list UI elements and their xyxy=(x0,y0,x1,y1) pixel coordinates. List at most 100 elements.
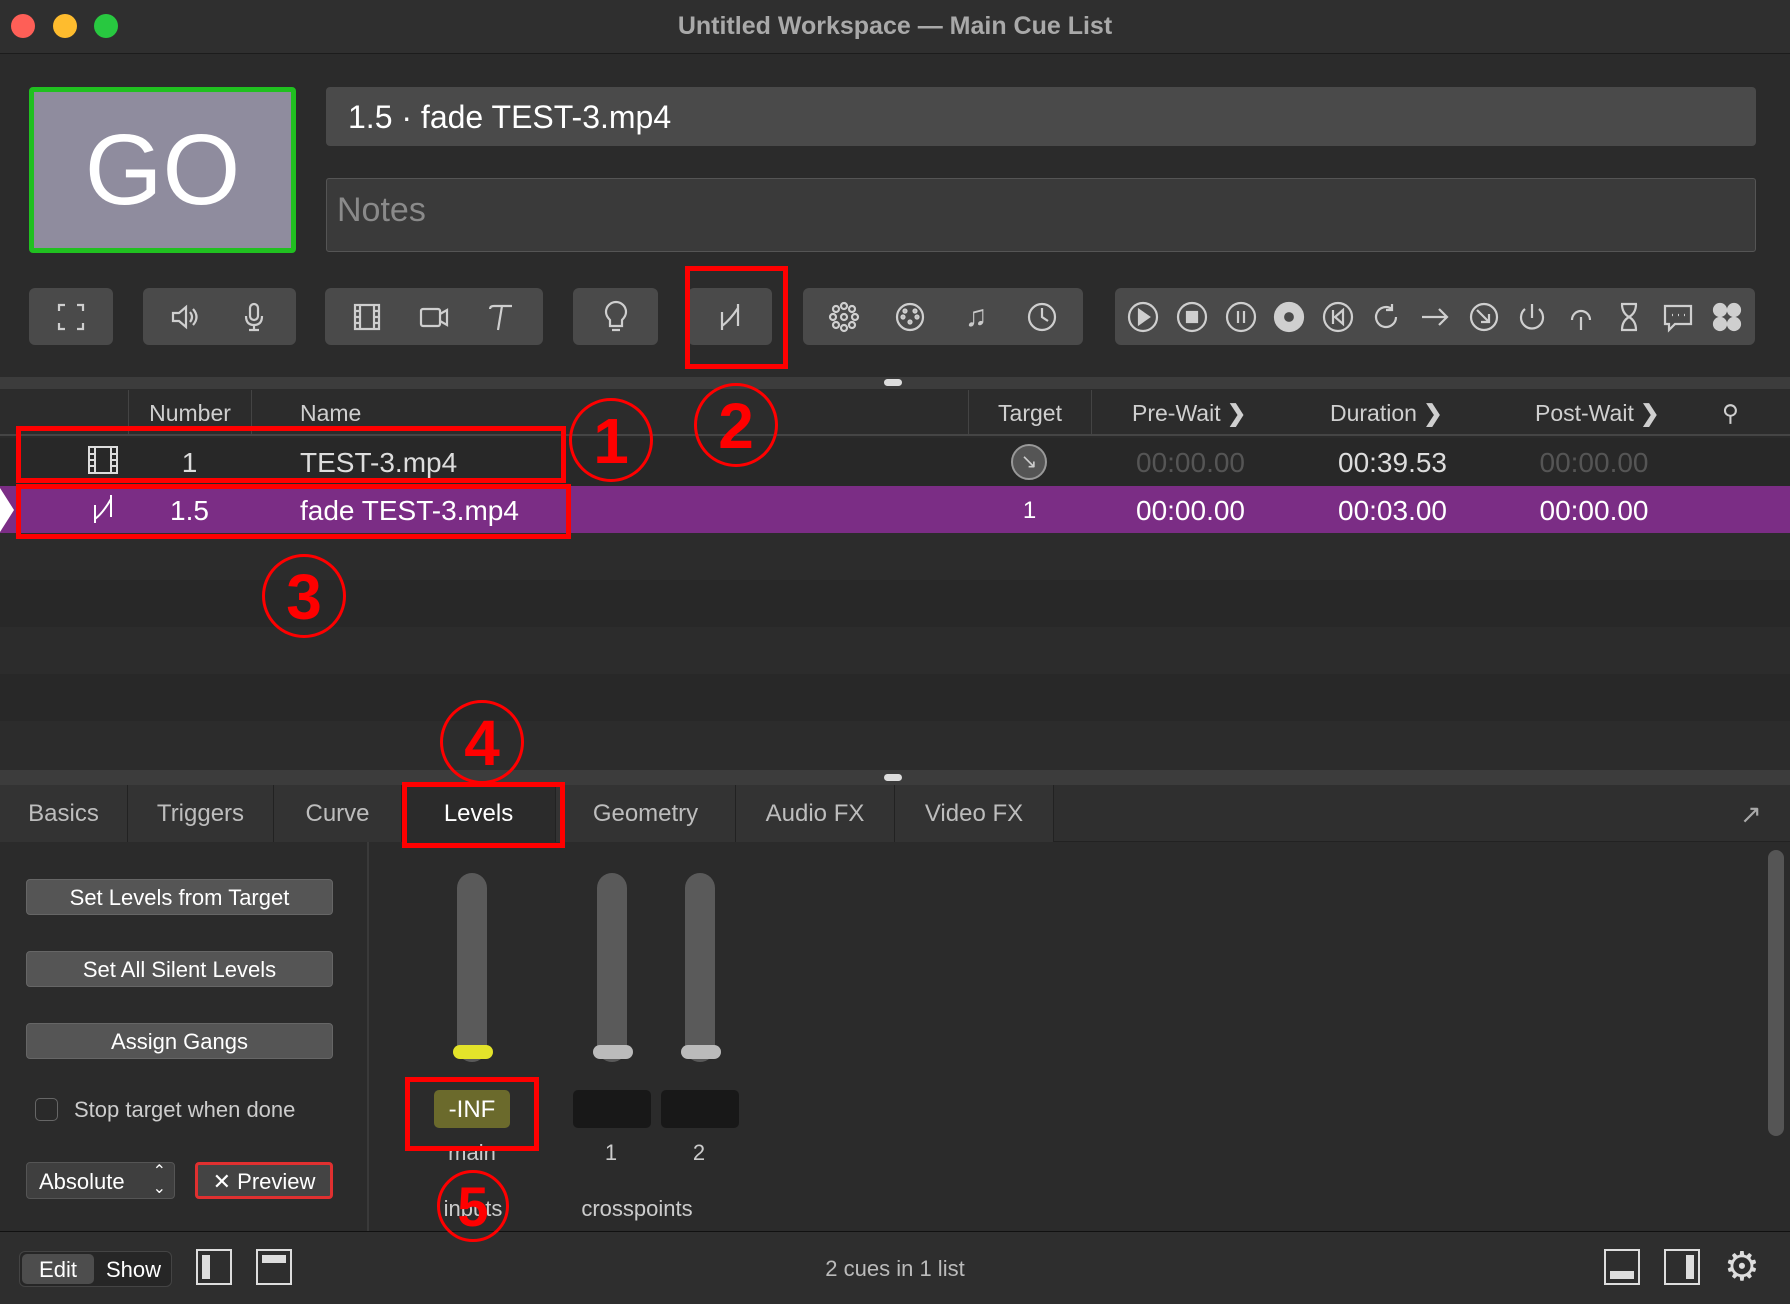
assign-gangs-button[interactable]: Assign Gangs xyxy=(26,1023,333,1059)
toolbar-group-video xyxy=(325,288,543,345)
main-fader[interactable] xyxy=(453,873,493,1062)
target-icon[interactable] xyxy=(1415,297,1455,337)
mode-select[interactable]: Absolute ⌃ ⌄ xyxy=(26,1162,175,1199)
cue-row-selected[interactable]: 1.5 fade TEST-3.mp4 1 00:00.00 00:03.00 … xyxy=(0,486,1790,533)
cue-duration: 00:39.53 xyxy=(1338,447,1447,478)
set-all-silent-levels-button[interactable]: Set All Silent Levels xyxy=(26,951,333,987)
cue-prewait: 00:00.00 xyxy=(1136,495,1245,526)
inputs-label: inputs xyxy=(443,1196,503,1221)
goto-icon[interactable] xyxy=(1366,297,1406,337)
top-splitter[interactable] xyxy=(0,377,1790,389)
empty-row xyxy=(0,533,1790,580)
music-icon[interactable]: ♫ xyxy=(956,297,996,337)
memo-icon[interactable] xyxy=(1658,297,1698,337)
preview-button[interactable]: ✕ Preview xyxy=(195,1162,333,1199)
cue-number: 1.5 xyxy=(170,495,209,526)
toolbar-group-light xyxy=(573,288,658,345)
toggle-sidebar-left-icon[interactable] xyxy=(196,1249,232,1285)
crosspoint-label-2: 2 xyxy=(692,1140,706,1165)
group-icon[interactable] xyxy=(51,297,91,337)
tab-levels[interactable]: Levels xyxy=(402,785,556,842)
script-icon[interactable] xyxy=(1707,297,1747,337)
wait-icon[interactable] xyxy=(1609,297,1649,337)
levels-divider xyxy=(367,842,369,1231)
header-prewait[interactable]: Pre-Wait ❯ xyxy=(1091,390,1290,434)
toggle-inspector-icon[interactable] xyxy=(1604,1249,1640,1285)
target-circle-icon[interactable]: ↘ xyxy=(1011,444,1047,480)
playhead-icon[interactable]: ⚲ xyxy=(1722,390,1739,434)
main-label: main xyxy=(448,1140,496,1165)
cue-name: TEST-3.mp4 xyxy=(300,447,458,478)
tab-video-fx[interactable]: Video FX xyxy=(895,785,1054,842)
header-name[interactable]: Name xyxy=(251,390,968,434)
empty-row xyxy=(0,580,1790,627)
header-duration-label: Duration xyxy=(1330,400,1417,426)
tab-audio-fx[interactable]: Audio FX xyxy=(736,785,895,842)
cue-name-field[interactable]: 1.5 · fade TEST-3.mp4 xyxy=(326,87,1756,146)
text-icon[interactable] xyxy=(481,297,521,337)
toolbar-group-control: ♫ xyxy=(803,288,1083,345)
network-icon[interactable] xyxy=(824,297,864,337)
stop-icon[interactable] xyxy=(1172,297,1212,337)
bottom-splitter[interactable] xyxy=(0,770,1790,785)
start-icon[interactable] xyxy=(1123,297,1163,337)
header-postwait[interactable]: Post-Wait ❯ xyxy=(1495,390,1707,434)
arm-icon[interactable] xyxy=(1464,297,1504,337)
crosspoint-level-field-2[interactable] xyxy=(661,1090,739,1128)
fader-knob[interactable] xyxy=(593,1045,633,1059)
tab-geometry[interactable]: Geometry xyxy=(556,785,736,842)
toolbar-group-audio xyxy=(143,288,296,345)
fader-knob[interactable] xyxy=(681,1045,721,1059)
load-icon[interactable] xyxy=(1269,297,1309,337)
header-number[interactable]: Number xyxy=(128,390,251,434)
tab-basics[interactable]: Basics xyxy=(0,785,128,842)
stop-target-checkbox[interactable] xyxy=(35,1098,58,1121)
inspector-tabs: Basics Triggers Curve Levels Geometry Au… xyxy=(0,785,1790,842)
cue-number: 1 xyxy=(181,447,198,478)
settings-gear-icon[interactable]: ⚙ xyxy=(1724,1244,1760,1290)
tab-triggers[interactable]: Triggers xyxy=(128,785,274,842)
main-level-field[interactable]: -INF xyxy=(434,1090,510,1128)
toolbar-group-fade xyxy=(688,288,772,345)
cue-name: fade TEST-3.mp4 xyxy=(300,495,519,526)
set-levels-from-target-button[interactable]: Set Levels from Target xyxy=(26,879,333,915)
fade-icon[interactable] xyxy=(710,297,750,337)
cue-postwait: 00:00.00 xyxy=(1539,495,1649,526)
crosspoint-fader-1[interactable] xyxy=(593,873,633,1062)
toggle-sidebar-right-icon[interactable] xyxy=(1664,1249,1700,1285)
crosspoint-fader-2[interactable] xyxy=(681,873,721,1062)
popout-icon[interactable]: ↗ xyxy=(1740,799,1762,830)
empty-row xyxy=(0,627,1790,674)
main-fader-knob[interactable] xyxy=(453,1045,493,1059)
go-button[interactable]: GO xyxy=(29,87,296,253)
empty-row xyxy=(0,721,1790,770)
video-icon[interactable] xyxy=(347,297,387,337)
toolbar-group-transport xyxy=(1115,288,1755,345)
devamp-icon[interactable] xyxy=(1561,297,1601,337)
timecode-icon[interactable] xyxy=(1022,297,1062,337)
header-target[interactable]: Target xyxy=(968,390,1091,434)
toggle-top-panel-icon[interactable] xyxy=(256,1249,292,1285)
playhead-marker xyxy=(0,488,14,532)
levels-scrollbar[interactable] xyxy=(1768,850,1784,1136)
cue-postwait: 00:00.00 xyxy=(1539,447,1649,478)
disarm-icon[interactable] xyxy=(1512,297,1552,337)
video-icon xyxy=(86,445,120,482)
light-icon[interactable] xyxy=(596,297,636,337)
header-prewait-label: Pre-Wait xyxy=(1132,400,1221,426)
reset-icon[interactable] xyxy=(1318,297,1358,337)
mic-icon[interactable] xyxy=(234,297,274,337)
camera-icon[interactable] xyxy=(414,297,454,337)
cue-row[interactable]: 1 TEST-3.mp4 ↘ 00:00.00 00:39.53 00:00.0… xyxy=(0,438,1790,486)
crosspoint-level-field-1[interactable] xyxy=(573,1090,651,1128)
midi-icon[interactable] xyxy=(890,297,930,337)
mode-select-value: Absolute xyxy=(39,1169,125,1194)
audio-icon[interactable] xyxy=(165,297,205,337)
notes-field[interactable]: Notes xyxy=(326,178,1756,252)
tab-curve[interactable]: Curve xyxy=(274,785,402,842)
fade-icon xyxy=(88,493,118,532)
header-duration[interactable]: Duration ❯ xyxy=(1290,390,1495,434)
stop-target-label: Stop target when done xyxy=(74,1097,296,1122)
pause-icon[interactable] xyxy=(1221,297,1261,337)
cue-prewait: 00:00.00 xyxy=(1136,447,1245,478)
